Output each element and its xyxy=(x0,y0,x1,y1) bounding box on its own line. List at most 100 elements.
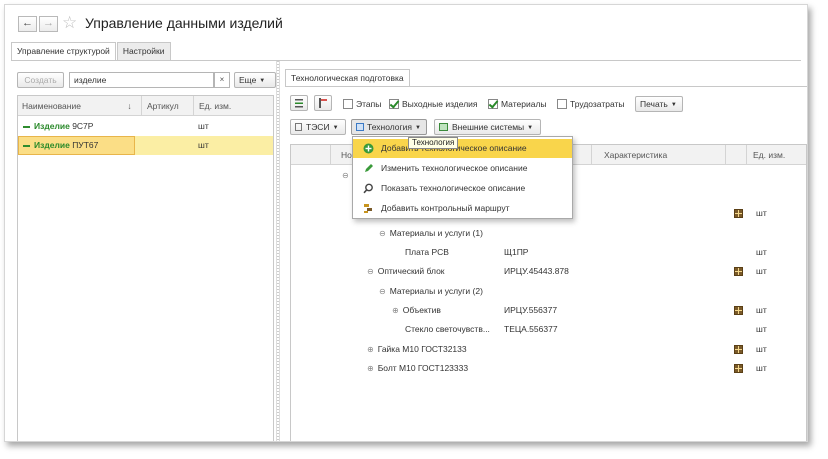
row-code: ТЕЦА.556377 xyxy=(504,324,558,334)
clear-search-button[interactable]: × xyxy=(214,72,230,88)
route-icon xyxy=(364,204,372,213)
table-row[interactable]: ⊖ Материалы и услуги (2) xyxy=(291,282,806,301)
back-button[interactable]: ← xyxy=(18,16,37,32)
col-header-unit[interactable]: Ед. изм. xyxy=(194,96,273,116)
row-name: ПУТ67 xyxy=(72,140,99,150)
row-name: Материалы и услуги (1) xyxy=(389,228,483,238)
add-circle-icon xyxy=(363,143,374,154)
materials-checkbox[interactable]: Материалы xyxy=(488,98,547,110)
menu-item-show-tech-description[interactable]: Показать технологическое описание xyxy=(353,179,572,198)
expand-icon[interactable]: ⊕ xyxy=(367,345,374,354)
menu-item-edit-tech-description[interactable]: Изменить технологическое описание xyxy=(353,159,572,178)
row-name: Плата PCB xyxy=(405,247,449,257)
outputs-label: Выходные изделия xyxy=(402,99,478,109)
close-icon: × xyxy=(219,75,225,84)
structure-icon xyxy=(734,209,743,218)
tab-tech-prep[interactable]: Технологическая подготовка xyxy=(285,69,410,86)
arrow-left-icon: ← xyxy=(22,17,33,29)
row-content: Изделие ПУТ67 xyxy=(18,140,98,150)
structure-icon xyxy=(734,345,743,354)
row-unit: шт xyxy=(756,324,767,334)
sort-icon[interactable]: ↓ xyxy=(118,96,141,116)
table-row[interactable]: ⊖ Материалы и услуги (1) xyxy=(291,224,806,243)
tech-prep-panel: Технологическая подготовка Этапы Выходны… xyxy=(281,61,807,441)
chevron-down-icon: ▼ xyxy=(670,102,677,108)
title-bar: ← → ☆ Управление данными изделий xyxy=(5,5,807,41)
col-header-blank xyxy=(291,145,331,165)
menu-item-add-tech-description[interactable]: Добавить технологическое описание xyxy=(353,139,572,158)
col-header-characteristic[interactable]: Характеристика xyxy=(592,145,725,165)
row-unit: шт xyxy=(756,363,767,373)
checkbox-box xyxy=(557,99,567,109)
technology-icon xyxy=(356,123,364,131)
outputs-checkbox[interactable]: Выходные изделия xyxy=(389,98,478,110)
tsi-label: ТЭСИ xyxy=(306,122,330,132)
row-name: Болт М10 ГОСТ123333 xyxy=(377,363,469,373)
tab-structure[interactable]: Управление структурой xyxy=(11,42,116,60)
table-row[interactable]: Изделие 9С7Р шт xyxy=(18,117,273,136)
tsi-button[interactable]: ТЭСИ ▼ xyxy=(290,119,346,135)
collapse-icon[interactable]: ⊖ xyxy=(367,267,374,276)
tab-divider xyxy=(285,86,807,87)
table-row-selected[interactable]: Изделие ПУТ67 шт xyxy=(18,136,273,155)
checkbox-box xyxy=(343,99,353,109)
create-button[interactable]: Создать xyxy=(17,72,64,88)
checkbox-box xyxy=(488,99,498,109)
menu-item-add-control-route[interactable]: Добавить контрольный маршрут xyxy=(353,199,572,218)
star-icon[interactable]: ☆ xyxy=(62,13,77,33)
hierarchy-button[interactable] xyxy=(314,95,332,111)
item-marker-icon xyxy=(23,125,30,128)
expand-icon[interactable]: ⊕ xyxy=(392,306,399,315)
technology-menu: Добавить технологическое описание Измени… xyxy=(352,136,573,219)
tab-settings[interactable]: Настройки xyxy=(116,42,171,60)
collapse-icon[interactable]: ⊖ xyxy=(342,166,349,185)
search-input[interactable]: изделие xyxy=(69,72,214,88)
col-header-article[interactable]: Артикул xyxy=(142,96,193,116)
table-row[interactable]: ⊕ Объектив ИРЦУ.556377 шт xyxy=(291,301,806,320)
technology-button[interactable]: Технология ▼ xyxy=(351,119,427,135)
checkbox-box xyxy=(389,99,399,109)
collapse-icon[interactable]: ⊖ xyxy=(379,287,386,296)
table-row[interactable]: Плата PCB Щ1ПР шт xyxy=(291,243,806,262)
more-button[interactable]: Еще ▼ xyxy=(234,72,276,88)
collapse-icon[interactable]: ⊖ xyxy=(379,229,386,238)
pencil-icon xyxy=(365,164,373,172)
labor-checkbox[interactable]: Трудозатраты xyxy=(557,98,625,110)
row-unit: шт xyxy=(756,344,767,354)
structure-icon xyxy=(734,306,743,315)
main-tabs: Управление структурой Настройки xyxy=(11,42,172,60)
row-name: Гайка М10 ГОСТ32133 xyxy=(377,344,467,354)
external-systems-button[interactable]: Внешние системы ▼ xyxy=(434,119,541,135)
magnifier-icon xyxy=(363,183,373,194)
labor-label: Трудозатраты xyxy=(570,99,625,109)
row-name: Стекло светочувств... xyxy=(405,324,490,334)
table-row[interactable]: Стекло светочувств... ТЕЦА.556377 шт xyxy=(291,320,806,339)
document-icon xyxy=(295,123,302,131)
row-unit: шт xyxy=(756,208,767,218)
row-prefix: Изделие xyxy=(34,140,70,150)
technology-label: Технология xyxy=(367,122,412,132)
more-button-label: Еще xyxy=(239,75,257,85)
panel-splitter[interactable] xyxy=(276,61,280,441)
table-row[interactable]: ⊕ Гайка М10 ГОСТ32133 шт xyxy=(291,340,806,359)
hierarchy-icon xyxy=(319,98,327,108)
structure-icon xyxy=(734,364,743,373)
item-marker-icon xyxy=(23,144,30,147)
chevron-down-icon: ▼ xyxy=(414,125,421,131)
table-row[interactable]: ⊕ Болт М10 ГОСТ123333 шт xyxy=(291,359,806,378)
print-button[interactable]: Печать ▼ xyxy=(635,96,683,112)
col-header-unit[interactable]: Ед. изм. xyxy=(747,145,806,165)
forward-button[interactable]: → xyxy=(39,16,58,32)
table-icon xyxy=(439,123,448,131)
table-row[interactable]: ⊖ Оптический блок ИРЦУ.45443.878 шт xyxy=(291,262,806,281)
print-label: Печать xyxy=(640,99,668,109)
chevron-down-icon: ▼ xyxy=(332,125,339,131)
arrow-right-icon: → xyxy=(43,17,54,29)
materials-label: Материалы xyxy=(501,99,547,109)
tree-view-button[interactable] xyxy=(290,95,308,111)
stages-checkbox[interactable]: Этапы xyxy=(343,98,381,110)
row-name: Объектив xyxy=(402,305,441,315)
row-name: Материалы и услуги (2) xyxy=(389,286,483,296)
stages-label: Этапы xyxy=(356,99,382,109)
expand-icon[interactable]: ⊕ xyxy=(367,364,374,373)
